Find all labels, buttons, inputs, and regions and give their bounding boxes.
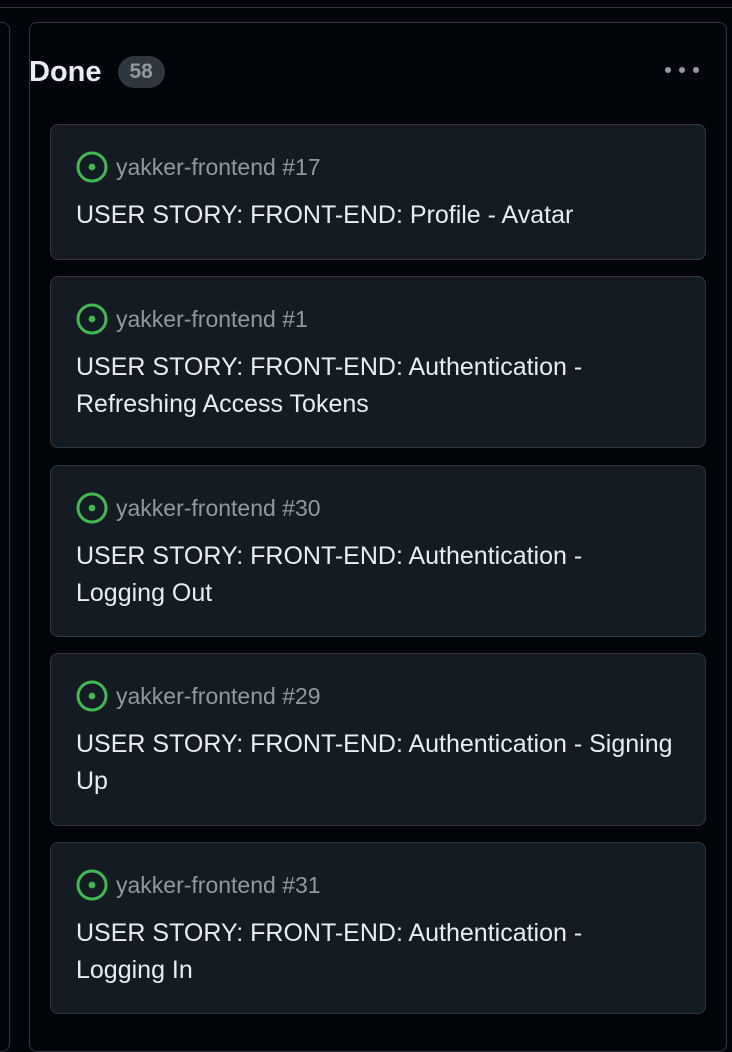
top-divider [0,0,732,8]
card-meta: yakker-frontend #29 [76,680,321,712]
card-meta: yakker-frontend #17 [76,151,321,183]
issue-card[interactable]: yakker-frontend #30 USER STORY: FRONT-EN… [50,465,706,637]
issue-card[interactable]: yakker-frontend #29 USER STORY: FRONT-EN… [50,653,706,826]
issue-opened-icon [76,492,108,524]
issue-opened-icon [76,680,108,712]
column-title: Done [29,55,102,88]
column-header: Done 58 [29,36,165,108]
issue-repo-number: yakker-frontend #17 [116,153,321,180]
item-count-badge: 58 [117,56,165,88]
column-menu-button[interactable] [662,58,702,82]
issue-card[interactable]: yakker-frontend #1 USER STORY: FRONT-END… [50,276,706,448]
kebab-horizontal-icon [665,67,699,73]
issue-repo-number: yakker-frontend #29 [116,682,321,709]
issue-title[interactable]: USER STORY: FRONT-END: Authentication - … [76,349,676,423]
card-meta: yakker-frontend #31 [76,869,321,901]
issue-title[interactable]: USER STORY: FRONT-END: Authentication - … [76,726,676,800]
card-meta: yakker-frontend #1 [76,303,308,335]
issue-repo-number: yakker-frontend #1 [116,305,308,332]
issue-card[interactable]: yakker-frontend #17 USER STORY: FRONT-EN… [50,124,706,260]
issue-opened-icon [76,869,108,901]
issue-title[interactable]: USER STORY: FRONT-END: Profile - Avatar [76,197,676,234]
issue-title[interactable]: USER STORY: FRONT-END: Authentication - … [76,538,676,612]
issue-repo-number: yakker-frontend #31 [116,871,321,898]
issue-repo-number: yakker-frontend #30 [116,494,321,521]
issue-opened-icon [76,303,108,335]
issue-card[interactable]: yakker-frontend #31 USER STORY: FRONT-EN… [50,842,706,1014]
issue-opened-icon [76,151,108,183]
previous-column-edge [0,22,10,1052]
card-meta: yakker-frontend #30 [76,492,321,524]
issue-title[interactable]: USER STORY: FRONT-END: Authentication - … [76,915,676,989]
